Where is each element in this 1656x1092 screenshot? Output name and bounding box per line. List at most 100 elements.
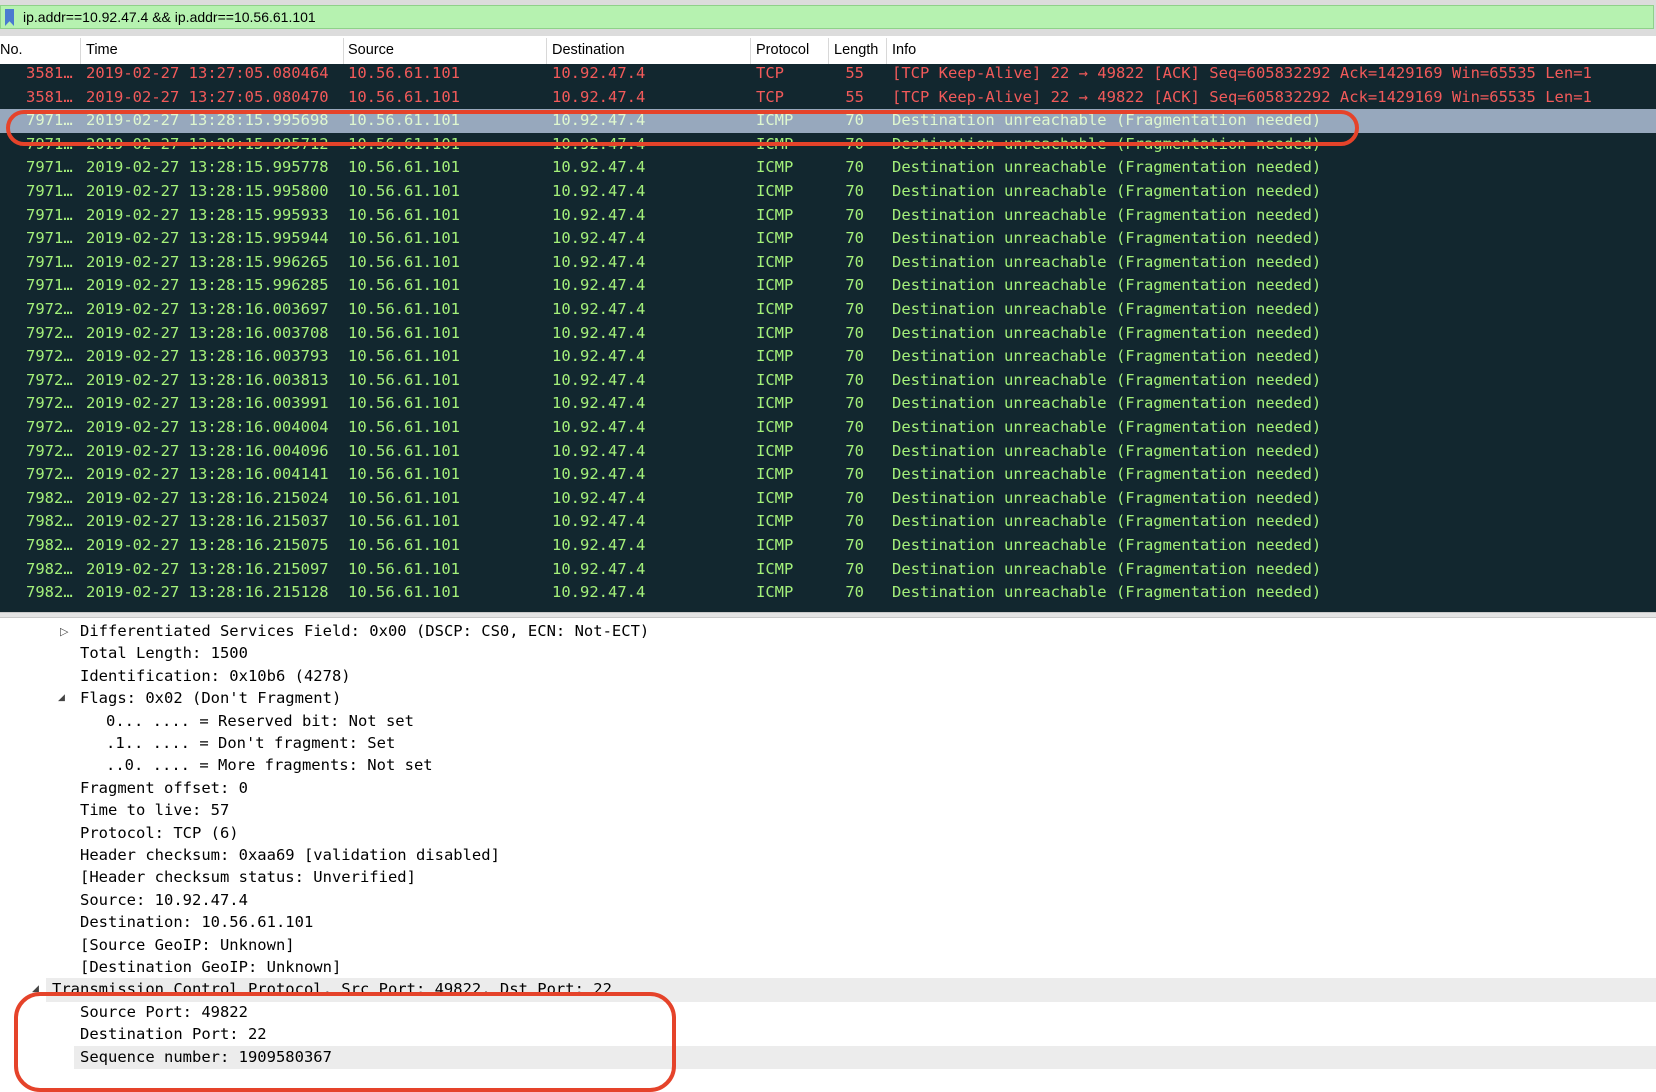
column-header-length[interactable]: Length [834,42,878,58]
packet-row[interactable]: 7971… 2019-02-27 13:28:15.995800 10.56.61.… [0,180,1656,204]
column-header-source[interactable]: Source [348,42,394,58]
triangle-down-icon[interactable]: ◢ [58,687,65,711]
tree-field[interactable]: 0... .... = Reserved bit: Not set [0,710,1656,734]
display-filter-bar: ip.addr==10.92.47.4 && ip.addr==10.56.61… [0,0,1656,36]
tree-text: Total Length: 1500 [80,644,248,663]
packet-source: 10.56.61.101 [348,536,460,554]
tree-field[interactable]: Destination Port: 22 [0,1023,1656,1047]
packet-destination: 10.92.47.4 [552,134,646,153]
tree-node[interactable]: ◢ Transmission Control Protocol, Src Port… [32,978,1656,1002]
packet-row[interactable]: 7972… 2019-02-27 13:28:16.003813 10.56.61.… [0,369,1656,393]
column-header-protocol[interactable]: Protocol [756,42,809,58]
tree-field[interactable]: Sequence number: 1909580367 [74,1045,1656,1070]
packet-list[interactable]: 3581… 2019-02-27 13:27:05.080464 10.56.61.… [0,64,1656,612]
packet-source: 10.56.61.101 [348,488,460,507]
column-header-no[interactable]: No. [0,42,23,58]
packet-length: 70 [845,488,864,507]
packet-row-selected[interactable]: 7971… 2019-02-27 13:28:15.995698 10.56.61.… [0,109,1656,133]
column-divider[interactable] [750,38,751,64]
bookmark-icon[interactable] [5,9,14,26]
packet-number: 7972… [26,441,73,460]
tree-field[interactable]: .1.. .... = Don't fragment: Set [0,732,1656,756]
tree-text: Sequence number: 1909580367 [80,1047,332,1066]
packet-time: 2019-02-27 13:28:15.995778 [86,158,329,177]
packet-row[interactable]: 7971… 2019-02-27 13:28:15.996265 10.56.61.… [0,251,1656,275]
packet-row[interactable]: 7982… 2019-02-27 13:28:16.215075 10.56.61.… [0,534,1656,558]
triangle-down-icon[interactable]: ◢ [32,978,39,1002]
packet-time: 2019-02-27 13:27:05.080470 [86,87,329,106]
packet-protocol: ICMP [756,441,794,460]
tree-field[interactable]: ..0. .... = More fragments: Not set [0,754,1656,778]
display-filter-text: ip.addr==10.92.47.4 && ip.addr==10.56.61… [23,9,316,25]
tree-field[interactable]: Fragment offset: 0 [0,777,1656,801]
tree-node[interactable]: ▷ Differentiated Services Field: 0x00 (DS… [0,620,1656,644]
packet-source: 10.56.61.101 [348,158,460,177]
tree-field[interactable]: Total Length: 1500 [0,642,1656,666]
tree-text: [Destination GeoIP: Unknown] [80,958,342,976]
packet-source: 10.56.61.101 [348,370,460,389]
packet-row[interactable]: 7982… 2019-02-27 13:28:16.215024 10.56.61.… [0,487,1656,511]
packet-row[interactable]: 3581… 2019-02-27 13:27:05.080464 10.56.61.… [0,64,1656,86]
packet-protocol: ICMP [756,158,794,177]
packet-row[interactable]: 7972… 2019-02-27 13:28:16.004096 10.56.61.… [0,440,1656,464]
packet-source: 10.56.61.101 [348,300,460,318]
packet-list-header: No. Time Source Destination Protocol Len… [0,38,1656,65]
tree-field[interactable]: Protocol: TCP (6) [0,822,1656,846]
packet-length: 70 [845,441,864,460]
packet-length: 70 [845,276,864,295]
column-divider[interactable] [546,38,547,64]
column-divider[interactable] [343,38,344,64]
packet-number: 7971… [26,158,73,177]
column-divider[interactable] [80,38,81,64]
packet-row[interactable]: 7972… 2019-02-27 13:28:16.004141 10.56.61.… [0,463,1656,487]
packet-number: 7971… [26,134,73,153]
column-divider[interactable] [828,38,829,64]
packet-row[interactable]: 7972… 2019-02-27 13:28:16.003697 10.56.61.… [0,298,1656,322]
packet-row[interactable]: 7971… 2019-02-27 13:28:15.996285 10.56.61.… [0,274,1656,298]
packet-row[interactable]: 7972… 2019-02-27 13:28:16.003991 10.56.61.… [0,392,1656,416]
tree-field[interactable]: Source: 10.92.47.4 [0,889,1656,913]
packet-time: 2019-02-27 13:28:16.215037 [86,512,329,531]
packet-row[interactable]: 7971… 2019-02-27 13:28:15.995712 10.56.61.… [0,133,1656,157]
packet-info: Destination unreachable (Fragmentation n… [892,205,1322,224]
packet-length: 70 [845,229,864,248]
display-filter-input[interactable]: ip.addr==10.92.47.4 && ip.addr==10.56.61… [0,5,1654,29]
tree-field[interactable]: [Source GeoIP: Unknown] [0,934,1656,958]
tree-field[interactable]: Header checksum: 0xaa69 [validation disa… [0,844,1656,868]
tree-field[interactable]: Identification: 0x10b6 (4278) [0,665,1656,689]
tree-field[interactable]: Source Port: 49822 [0,1001,1656,1025]
packet-row[interactable]: 7982… 2019-02-27 13:28:16.215128 10.56.61.… [0,581,1656,605]
triangle-right-icon[interactable]: ▷ [60,620,68,644]
column-divider[interactable] [886,38,887,64]
tree-field[interactable]: [Header checksum status: Unverified] [0,866,1656,890]
packet-source: 10.56.61.101 [348,182,460,200]
packet-number: 7972… [26,394,73,413]
tree-text: [Source GeoIP: Unknown] [80,935,295,954]
tree-node[interactable]: ◢ Flags: 0x02 (Don't Fragment) [0,687,1656,711]
tree-field[interactable]: Destination: 10.56.61.101 [0,911,1656,935]
packet-details-tree[interactable]: ▷ Differentiated Services Field: 0x00 (DS… [0,618,1656,1092]
packet-row[interactable]: 7972… 2019-02-27 13:28:16.003793 10.56.61.… [0,345,1656,369]
packet-row[interactable]: 7972… 2019-02-27 13:28:16.004004 10.56.61.… [0,416,1656,440]
packet-row[interactable]: 7972… 2019-02-27 13:28:16.003708 10.56.61.… [0,322,1656,346]
tree-field[interactable]: Time to live: 57 [0,799,1656,823]
tree-field[interactable]: [Destination GeoIP: Unknown] [0,956,1656,980]
packet-row[interactable]: 7971… 2019-02-27 13:28:15.995944 10.56.61.… [0,227,1656,251]
packet-protocol: ICMP [756,465,794,484]
packet-row[interactable]: 3581… 2019-02-27 13:27:05.080470 10.56.61.… [0,86,1656,110]
packet-number: 3581… [26,64,73,82]
packet-protocol: ICMP [756,488,794,507]
column-header-destination[interactable]: Destination [552,42,625,58]
packet-row[interactable]: 7971… 2019-02-27 13:28:15.995933 10.56.61.… [0,204,1656,228]
packet-time: 2019-02-27 13:28:16.004004 [86,418,329,436]
packet-protocol: ICMP [756,276,794,295]
packet-row[interactable]: 7971… 2019-02-27 13:28:15.995778 10.56.61.… [0,156,1656,180]
column-header-info[interactable]: Info [892,42,916,58]
packet-protocol: ICMP [756,229,794,248]
packet-row[interactable]: 7982… 2019-02-27 13:28:16.215037 10.56.61.… [0,510,1656,534]
packet-time: 2019-02-27 13:28:16.215024 [86,488,329,507]
column-header-time[interactable]: Time [86,42,118,58]
packet-destination: 10.92.47.4 [552,512,646,531]
packet-row[interactable]: 7982… 2019-02-27 13:28:16.215097 10.56.61.… [0,558,1656,582]
packet-time: 2019-02-27 13:28:16.003991 [86,394,329,413]
